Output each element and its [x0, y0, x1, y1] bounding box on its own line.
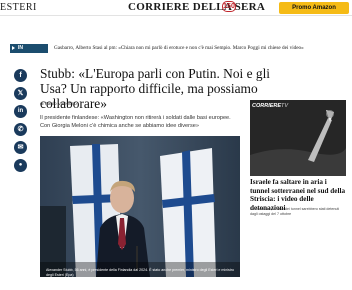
play-arrow-icon: [12, 46, 15, 50]
evidence-strip: IN EVIDENZA Gasbarro, Alberto Stasi al p…: [10, 44, 342, 60]
evidence-badge: IN EVIDENZA: [10, 44, 48, 60]
article-photo[interactable]: [40, 136, 240, 277]
promo-amazon-button[interactable]: Promo Amazon: [279, 2, 349, 14]
facebook-icon[interactable]: f: [14, 69, 27, 82]
photo-illustration: [40, 136, 240, 277]
x-icon[interactable]: 𝕏: [14, 87, 27, 100]
video-frame: [250, 100, 346, 176]
comment-icon[interactable]: ●: [14, 159, 27, 172]
video-description: Secondo l'Idf, le case dei tunnel sarebb…: [250, 207, 340, 216]
top-bar: ESTERI CORRIERE DELLA SERA 150 Promo Ama…: [0, 0, 352, 16]
whatsapp-icon[interactable]: ✆: [14, 123, 27, 136]
corriere-tv-suffix: TV: [281, 103, 289, 109]
masthead-logo[interactable]: CORRIERE DELLA SERA: [128, 1, 265, 13]
video-thumbnail[interactable]: [250, 100, 346, 176]
photo-caption: Alexander Stubb, 56 anni, è presidente d…: [46, 268, 234, 277]
email-icon[interactable]: ✉: [14, 141, 27, 154]
anniversary-badge: 150: [222, 1, 236, 12]
corriere-tv-logo[interactable]: CORRIERETV: [252, 103, 288, 109]
evidence-link[interactable]: Gasbarro, Alberto Stasi al pm: «Chiara n…: [54, 44, 304, 53]
linkedin-icon[interactable]: in: [14, 105, 27, 118]
corriere-tv-brand: CORRIERE: [252, 103, 282, 109]
section-name[interactable]: ESTERI: [0, 2, 37, 13]
article-byline[interactable]: di Paolo Valentino: [40, 101, 77, 106]
article-lead: Il presidente finlandese: «Washington no…: [40, 115, 231, 129]
evidence-badge-label: IN EVIDENZA: [18, 45, 44, 60]
